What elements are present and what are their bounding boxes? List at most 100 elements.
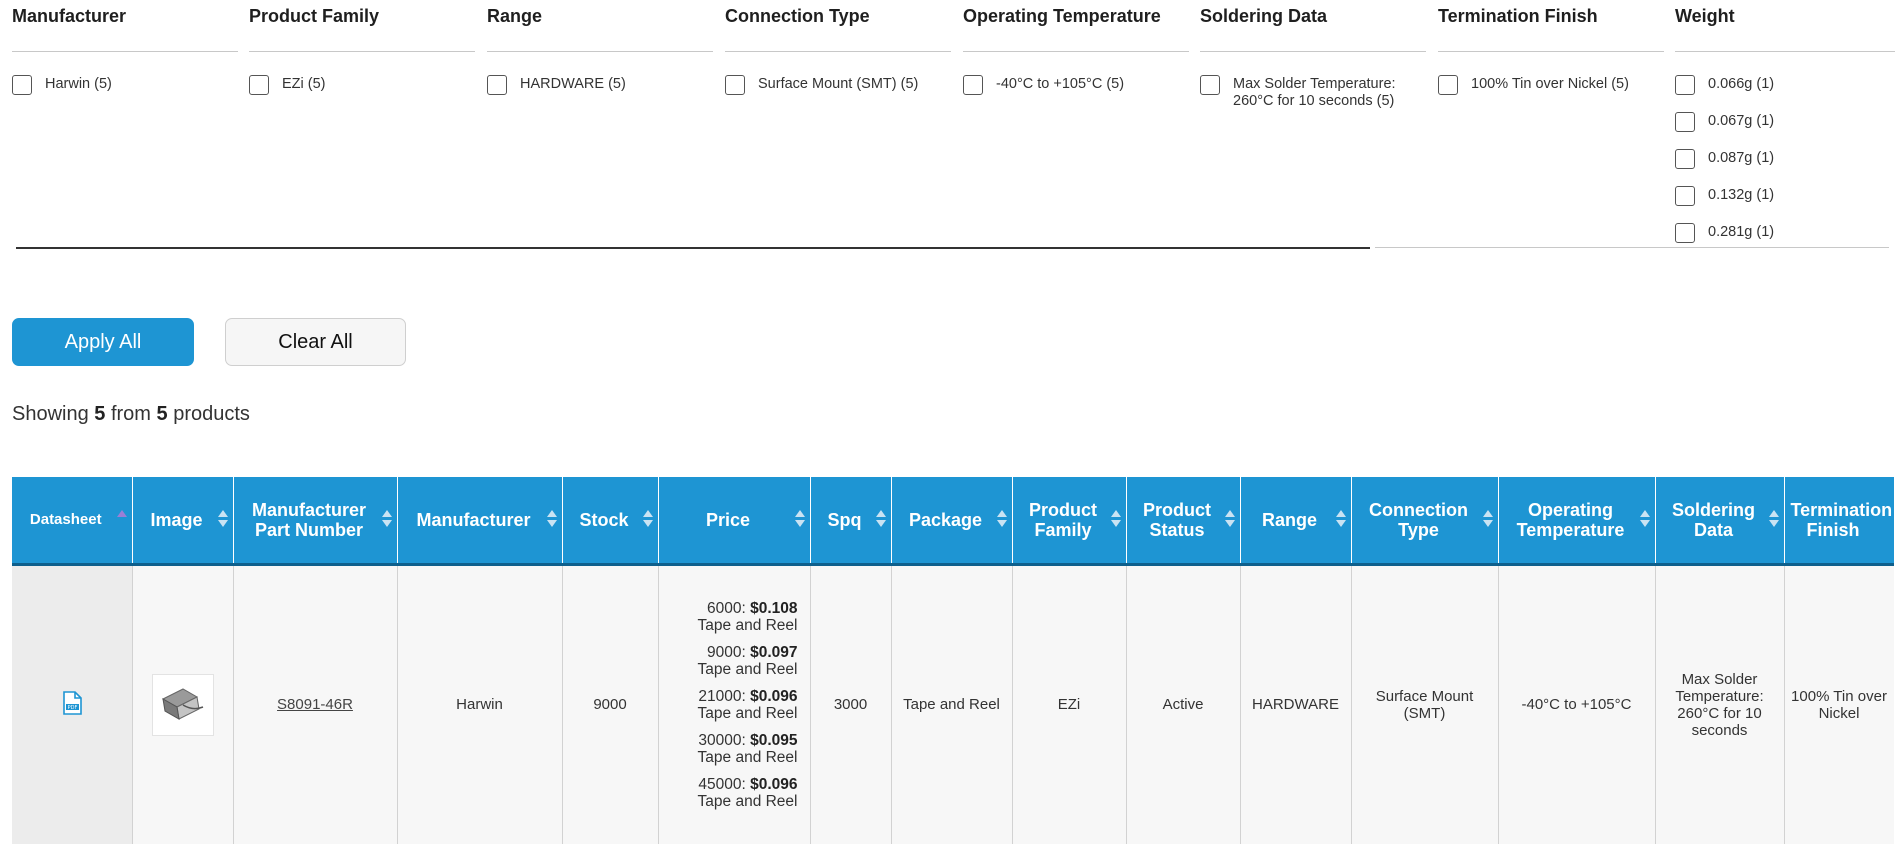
sort-icon[interactable] bbox=[546, 509, 557, 530]
sort-icon[interactable] bbox=[642, 509, 653, 530]
filter-option[interactable]: 0.132g (1) bbox=[1675, 186, 1895, 206]
cell-image bbox=[132, 564, 234, 844]
filter-option[interactable]: 0.087g (1) bbox=[1675, 149, 1895, 169]
filter-option[interactable]: Surface Mount (SMT) (5) bbox=[725, 75, 951, 95]
filter-group-connection-type: Connection Type Surface Mount (SMT) (5) bbox=[725, 0, 951, 95]
sort-icon[interactable] bbox=[1482, 509, 1493, 530]
column-header-soldering-data[interactable]: Soldering Data bbox=[1655, 477, 1785, 566]
part-number-link[interactable]: S8091-46R bbox=[277, 696, 353, 713]
column-header-manufacturer[interactable]: Manufacturer bbox=[397, 477, 563, 566]
filter-option[interactable]: Max Solder Temperature: 260°C for 10 sec… bbox=[1200, 75, 1426, 110]
cell-connection-type: Surface Mount (SMT) bbox=[1351, 564, 1499, 844]
column-header-package[interactable]: Package bbox=[891, 477, 1013, 566]
results-total: 5 bbox=[156, 403, 168, 425]
checkbox[interactable] bbox=[1675, 75, 1695, 95]
column-header-price[interactable]: Price bbox=[658, 477, 811, 566]
column-header-termination-finish[interactable]: Termination Finish bbox=[1784, 477, 1894, 566]
filter-title: Range bbox=[487, 0, 713, 52]
sort-icon[interactable] bbox=[381, 509, 392, 530]
cell-price: 6000: $0.108 Tape and Reel 9000: $0.097 Ta… bbox=[658, 564, 811, 844]
checkbox[interactable] bbox=[1438, 75, 1458, 95]
sort-icon[interactable] bbox=[1224, 509, 1235, 530]
filter-group-product-family: Product Family EZi (5) bbox=[249, 0, 475, 95]
sort-icon[interactable] bbox=[875, 509, 886, 530]
filter-option-label: 0.067g (1) bbox=[1708, 113, 1775, 129]
sort-icon[interactable] bbox=[1110, 509, 1121, 530]
filter-option[interactable]: 0.281g (1) bbox=[1675, 223, 1895, 243]
filter-option[interactable]: EZi (5) bbox=[249, 75, 475, 95]
header-label: Product Family bbox=[1028, 499, 1097, 540]
column-header-product-family[interactable]: Product Family bbox=[1012, 477, 1127, 566]
sort-ascending-icon[interactable] bbox=[116, 509, 127, 530]
sort-icon[interactable] bbox=[1768, 509, 1779, 530]
checkbox[interactable] bbox=[487, 75, 507, 95]
price-packaging: Tape and Reel bbox=[697, 704, 798, 722]
filter-title: Weight bbox=[1675, 0, 1895, 52]
filter-option[interactable]: Harwin (5) bbox=[12, 75, 238, 95]
price-qty: 45000: bbox=[698, 775, 746, 793]
results-prefix: Showing bbox=[12, 403, 89, 425]
header-label: Package bbox=[908, 509, 983, 530]
sort-icon[interactable] bbox=[794, 509, 805, 530]
column-header-operating-temperature[interactable]: Operating Temperature bbox=[1498, 477, 1656, 566]
filter-title: Connection Type bbox=[725, 0, 951, 52]
product-thumbnail[interactable] bbox=[151, 673, 214, 736]
checkbox[interactable] bbox=[249, 75, 269, 95]
price-value: $0.108 bbox=[750, 599, 798, 617]
price-qty: 21000: bbox=[698, 687, 746, 705]
pdf-icon[interactable]: PDF bbox=[61, 690, 83, 715]
filter-option[interactable]: 0.066g (1) bbox=[1675, 75, 1895, 95]
sort-icon[interactable] bbox=[1639, 509, 1650, 530]
price-packaging: Tape and Reel bbox=[697, 660, 798, 678]
apply-all-button[interactable]: Apply All bbox=[12, 318, 194, 366]
sort-icon[interactable] bbox=[1335, 509, 1346, 530]
price-packaging: Tape and Reel bbox=[697, 748, 798, 766]
column-header-range[interactable]: Range bbox=[1240, 477, 1352, 566]
price-value: $0.095 bbox=[750, 731, 798, 749]
checkbox[interactable] bbox=[963, 75, 983, 95]
filter-option-label: 100% Tin over Nickel (5) bbox=[1471, 76, 1629, 92]
filter-option[interactable]: HARDWARE (5) bbox=[487, 75, 713, 95]
clear-all-button[interactable]: Clear All bbox=[225, 318, 406, 366]
filter-option[interactable]: -40°C to +105°C (5) bbox=[963, 75, 1189, 95]
column-header-stock[interactable]: Stock bbox=[562, 477, 659, 566]
column-header-product-status[interactable]: Product Status bbox=[1126, 477, 1241, 566]
header-label: Range bbox=[1261, 509, 1317, 530]
cell-product-status: Active bbox=[1126, 564, 1241, 844]
header-label: Manufacturer bbox=[416, 509, 531, 530]
results-suffix: products bbox=[173, 403, 250, 425]
filter-option-label: HARDWARE (5) bbox=[520, 76, 626, 92]
column-header-datasheet[interactable]: Datasheet bbox=[12, 477, 133, 566]
price-tier: 21000: $0.096 Tape and Reel bbox=[665, 688, 804, 722]
sort-icon[interactable] bbox=[996, 509, 1007, 530]
products-table-wrapper[interactable]: Datasheet Image Manufacturer Part Number… bbox=[12, 477, 1894, 844]
divider bbox=[16, 247, 1370, 249]
column-header-spq[interactable]: Spq bbox=[810, 477, 892, 566]
cell-datasheet: PDF bbox=[12, 564, 133, 844]
header-label: Operating Temperature bbox=[1516, 499, 1625, 540]
checkbox[interactable] bbox=[1675, 149, 1695, 169]
cell-manufacturer: Harwin bbox=[397, 564, 563, 844]
cell-product-family: EZi bbox=[1012, 564, 1127, 844]
filter-option-label: Surface Mount (SMT) (5) bbox=[758, 76, 919, 92]
cell-part-number: S8091-46R bbox=[233, 564, 398, 844]
checkbox[interactable] bbox=[1675, 186, 1695, 206]
filter-option-label: 0.066g (1) bbox=[1708, 76, 1775, 92]
header-label: Soldering Data bbox=[1671, 499, 1755, 540]
filter-group-soldering-data: Soldering Data Max Solder Temperature: 2… bbox=[1200, 0, 1426, 110]
checkbox[interactable] bbox=[1675, 112, 1695, 132]
price-value: $0.096 bbox=[750, 687, 798, 705]
filter-title: Soldering Data bbox=[1200, 0, 1426, 52]
column-header-part-number[interactable]: Manufacturer Part Number bbox=[233, 477, 398, 566]
checkbox[interactable] bbox=[1675, 223, 1695, 243]
checkbox[interactable] bbox=[1200, 75, 1220, 95]
filter-option[interactable]: 100% Tin over Nickel (5) bbox=[1438, 75, 1664, 95]
checkbox[interactable] bbox=[12, 75, 32, 95]
cell-soldering-data: Max Solder Temperature: 260°C for 10 sec… bbox=[1655, 564, 1785, 844]
cell-package: Tape and Reel bbox=[891, 564, 1013, 844]
checkbox[interactable] bbox=[725, 75, 745, 95]
column-header-image[interactable]: Image bbox=[132, 477, 234, 566]
filter-option[interactable]: 0.067g (1) bbox=[1675, 112, 1895, 132]
column-header-connection-type[interactable]: Connection Type bbox=[1351, 477, 1499, 566]
sort-icon[interactable] bbox=[217, 509, 228, 530]
